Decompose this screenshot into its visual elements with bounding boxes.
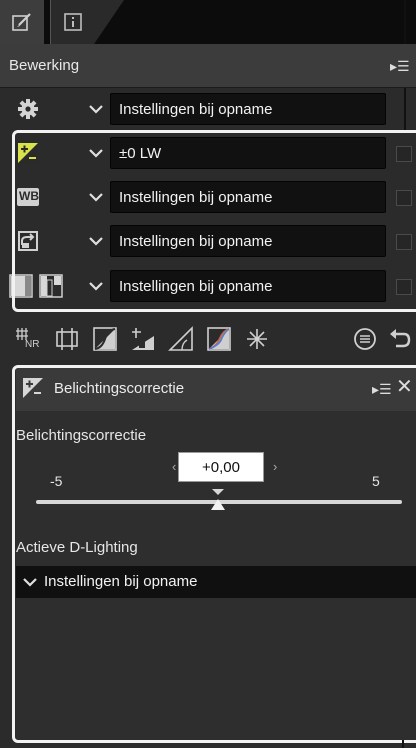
tab-edit[interactable]	[0, 0, 44, 44]
settings-row-general: Instellingen bij opname	[0, 89, 416, 129]
exposure-compensation-icon[interactable]	[16, 141, 40, 165]
d-lighting-select[interactable]: Instellingen bij opname	[16, 566, 416, 598]
edit-panel-header: Bewerking ▸☰	[0, 44, 416, 88]
d-lighting-section-label: Actieve D-Lighting	[16, 539, 138, 556]
close-icon[interactable]: ✕	[396, 376, 413, 398]
exposure-compensation-icon	[22, 377, 44, 404]
exposure-value-input[interactable]: +0,00	[178, 452, 264, 482]
callout-line-bottom	[402, 740, 404, 748]
picture-control-checkbox[interactable]	[396, 234, 412, 250]
d-lighting-value: Instellingen bij opname	[44, 573, 198, 590]
settings-row-exposure: ±0 LW	[0, 133, 416, 173]
exposure-checkbox[interactable]	[396, 146, 412, 162]
picture-control-select[interactable]: Instellingen bij opname	[110, 225, 386, 257]
exposure-detail-panel: Belichtingscorrectie ▸☰ ✕ Belichtingscor…	[16, 367, 416, 741]
crop-icon[interactable]	[54, 326, 80, 352]
chevron-down-icon[interactable]	[86, 143, 106, 163]
white-balance-select[interactable]: Instellingen bij opname	[110, 181, 386, 213]
d-lighting-icon[interactable]	[130, 326, 156, 352]
noise-reduction-icon[interactable]: NR	[14, 326, 40, 352]
white-balance-icon[interactable]: WB	[16, 185, 40, 209]
retouch-brush-icon[interactable]	[244, 326, 270, 352]
edit-tab-icon	[12, 13, 31, 31]
edit-panel-title: Bewerking	[9, 57, 80, 74]
picture-control-icon[interactable]	[16, 229, 40, 253]
levels-checkbox[interactable]	[396, 279, 412, 295]
increment-arrow[interactable]: ›	[273, 459, 277, 474]
white-balance-icon-text: WB	[19, 189, 39, 203]
chevron-down-icon[interactable]	[20, 572, 40, 592]
restore-icon[interactable]	[352, 326, 378, 352]
noise-reduction-label: NR	[25, 339, 40, 350]
exposure-section-label: Belichtingscorrectie	[16, 427, 147, 444]
exposure-select[interactable]: ±0 LW	[110, 137, 386, 169]
edit-toolbar: NR	[0, 314, 416, 364]
chevron-down-icon[interactable]	[86, 187, 106, 207]
settings-row-picture-control: Instellingen bij opname	[0, 221, 416, 261]
straighten-icon[interactable]	[168, 326, 194, 352]
settings-row-white-balance: WB Instellingen bij opname	[0, 177, 416, 217]
tone-levels-icon[interactable]	[8, 274, 70, 298]
chevron-down-icon[interactable]	[86, 276, 106, 296]
chevron-down-icon[interactable]	[86, 231, 106, 251]
slider-min-label: -5	[50, 473, 63, 489]
panel-menu-icon[interactable]: ▸☰	[390, 58, 410, 75]
exposure-slider-handle[interactable]	[210, 487, 226, 511]
white-balance-checkbox[interactable]	[396, 190, 412, 206]
info-tab-icon	[63, 13, 82, 31]
settings-row-levels: Instellingen bij opname	[0, 266, 416, 306]
general-settings-select[interactable]: Instellingen bij opname	[110, 93, 386, 125]
detail-panel-title: Belichtingscorrectie	[54, 380, 185, 397]
gear-icon[interactable]	[16, 97, 40, 121]
undo-icon[interactable]	[386, 326, 412, 352]
color-balance-icon[interactable]	[206, 326, 232, 352]
chevron-down-icon[interactable]	[86, 99, 106, 119]
levels-select[interactable]: Instellingen bij opname	[110, 270, 386, 302]
tab-info[interactable]	[50, 0, 124, 44]
tone-curve-icon[interactable]	[92, 326, 118, 352]
detail-panel-header: Belichtingscorrectie ▸☰ ✕	[16, 367, 416, 411]
tab-strip	[0, 0, 416, 44]
slider-max-label: 5	[372, 473, 380, 489]
decrement-arrow[interactable]: ‹	[172, 459, 176, 474]
app-window: Bewerking ▸☰ Instellingen bij opname ±0 …	[0, 0, 416, 748]
panel-menu-icon[interactable]: ▸☰	[372, 381, 392, 398]
